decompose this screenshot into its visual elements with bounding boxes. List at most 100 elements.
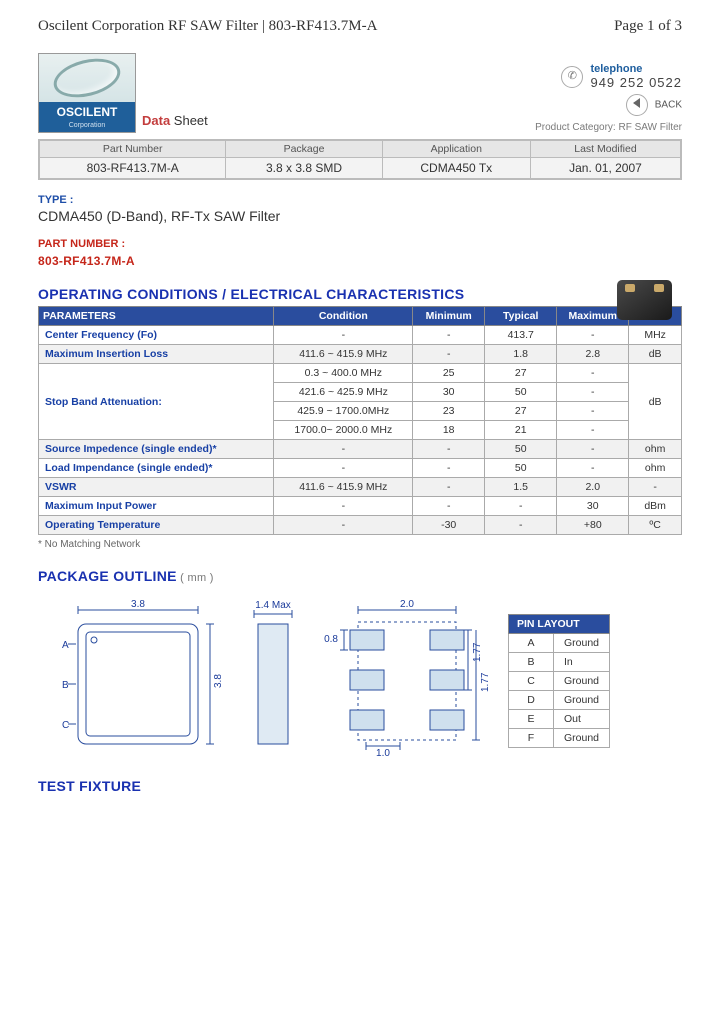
logo-sub: Corporation (39, 122, 135, 132)
char-cell: 50 (485, 383, 557, 402)
char-unit: dB (629, 364, 682, 440)
char-cell: 50 (485, 440, 557, 459)
char-param: Load Impendance (single ended)* (39, 459, 274, 478)
datasheet-rest: Sheet (170, 113, 208, 128)
char-cell: 2.8 (557, 345, 629, 364)
type-value: CDMA450 (D-Band), RF-Tx SAW Filter (38, 208, 682, 224)
type-label: TYPE : (38, 194, 682, 206)
phone-icon: ✆ (561, 66, 583, 88)
char-unit: ohm (629, 459, 682, 478)
pin-id: C (509, 672, 554, 691)
dim-h2: 1.77 (472, 642, 483, 662)
dim-h: 3.8 (213, 674, 224, 688)
sum-h-1: Package (226, 141, 382, 158)
char-cell: 1.8 (485, 345, 557, 364)
char-param: Maximum Insertion Loss (39, 345, 274, 364)
package-footprint-drawing: 2.0 0.8 1.77 1.77 1.0 (318, 596, 488, 756)
char-cell: - (557, 402, 629, 421)
char-cell: - (274, 440, 413, 459)
char-cell: - (557, 459, 629, 478)
char-param: Maximum Input Power (39, 497, 274, 516)
char-cell: 421.6 ~ 425.9 MHz (274, 383, 413, 402)
dim-pady: 0.8 (324, 634, 338, 645)
ch-h-1: Condition (274, 307, 413, 326)
char-unit: - (629, 478, 682, 497)
char-cell: - (413, 497, 485, 516)
char-cell: 413.7 (485, 326, 557, 345)
back-link[interactable]: BACK (655, 100, 682, 111)
char-cell: - (413, 478, 485, 497)
datasheet-red: Data (142, 113, 170, 128)
char-param: Center Frequency (Fo) (39, 326, 274, 345)
sum-h-3: Last Modified (530, 141, 680, 158)
dim-h3: 1.77 (480, 672, 488, 692)
package-side-drawing: 1.4 Max (248, 596, 298, 756)
package-unit: ( mm ) (177, 572, 214, 584)
char-param: Source Impedence (single ended)* (39, 440, 274, 459)
pin-row: EOut (509, 710, 610, 729)
pin-fn: In (554, 653, 610, 672)
char-cell: - (413, 459, 485, 478)
dim-hmax: 1.4 Max (255, 600, 291, 611)
pin-fn: Ground (554, 634, 610, 653)
dim-padx: 1.0 (376, 748, 390, 756)
char-cell: 30 (413, 383, 485, 402)
pin-row: FGround (509, 729, 610, 748)
char-cell: - (485, 497, 557, 516)
pin-layout-table: PIN LAYOUT AGroundBInCGroundDGroundEOutF… (508, 614, 610, 748)
char-row: Load Impendance (single ended)*--50-ohm (39, 459, 682, 478)
pin-id: F (509, 729, 554, 748)
back-icon[interactable] (626, 94, 648, 116)
pin-id: D (509, 691, 554, 710)
table-footnote: * No Matching Network (38, 539, 682, 550)
char-cell: - (557, 383, 629, 402)
char-cell: 23 (413, 402, 485, 421)
char-cell: 25 (413, 364, 485, 383)
sum-h-2: Application (382, 141, 530, 158)
side-A: A (62, 640, 69, 651)
side-B: B (62, 680, 69, 691)
char-cell: - (557, 326, 629, 345)
characteristics-table: PARAMETERS Condition Minimum Typical Max… (38, 306, 682, 535)
pin-fn: Ground (554, 729, 610, 748)
ch-h-0: PARAMETERS (39, 307, 274, 326)
char-cell: - (413, 440, 485, 459)
char-row: Source Impedence (single ended)*--50-ohm (39, 440, 682, 459)
char-cell: 30 (557, 497, 629, 516)
sum-v-0: 803-RF413.7M-A (40, 158, 226, 179)
char-unit: ºC (629, 516, 682, 535)
char-row: VSWR411.6 ~ 415.9 MHz-1.52.0- (39, 478, 682, 497)
doc-header-left: Oscilent Corporation RF SAW Filter | 803… (38, 18, 377, 35)
pin-row: DGround (509, 691, 610, 710)
char-cell: -30 (413, 516, 485, 535)
char-cell: - (274, 326, 413, 345)
char-cell: 27 (485, 402, 557, 421)
pin-fn: Ground (554, 691, 610, 710)
sum-v-2: CDMA450 Tx (382, 158, 530, 179)
section-operating-title: OPERATING CONDITIONS / ELECTRICAL CHARAC… (38, 286, 682, 302)
char-unit: dB (629, 345, 682, 364)
partnumber-label: PART NUMBER : (38, 238, 682, 250)
char-cell: - (557, 440, 629, 459)
char-param: Operating Temperature (39, 516, 274, 535)
char-unit: MHz (629, 326, 682, 345)
char-cell: - (413, 345, 485, 364)
char-cell: - (485, 516, 557, 535)
product-category: Product Category: RF SAW Filter (535, 122, 682, 133)
section-fixture-title: TEST FIXTURE (38, 778, 682, 794)
side-C: C (62, 720, 69, 731)
pin-id: A (509, 634, 554, 653)
char-cell: 1.5 (485, 478, 557, 497)
pin-row: AGround (509, 634, 610, 653)
pin-layout-title: PIN LAYOUT (509, 615, 610, 634)
phone-label: telephone (590, 63, 642, 75)
char-cell: - (557, 364, 629, 383)
char-param: Stop Band Attenuation: (39, 364, 274, 440)
char-param: VSWR (39, 478, 274, 497)
char-row: Stop Band Attenuation:0.3 ~ 400.0 MHz252… (39, 364, 682, 383)
char-cell: 411.6 ~ 415.9 MHz (274, 345, 413, 364)
pin-fn: Ground (554, 672, 610, 691)
char-unit: dBm (629, 497, 682, 516)
char-cell: - (274, 497, 413, 516)
package-top-drawing: 3.8 3.8 A B C (38, 596, 228, 756)
